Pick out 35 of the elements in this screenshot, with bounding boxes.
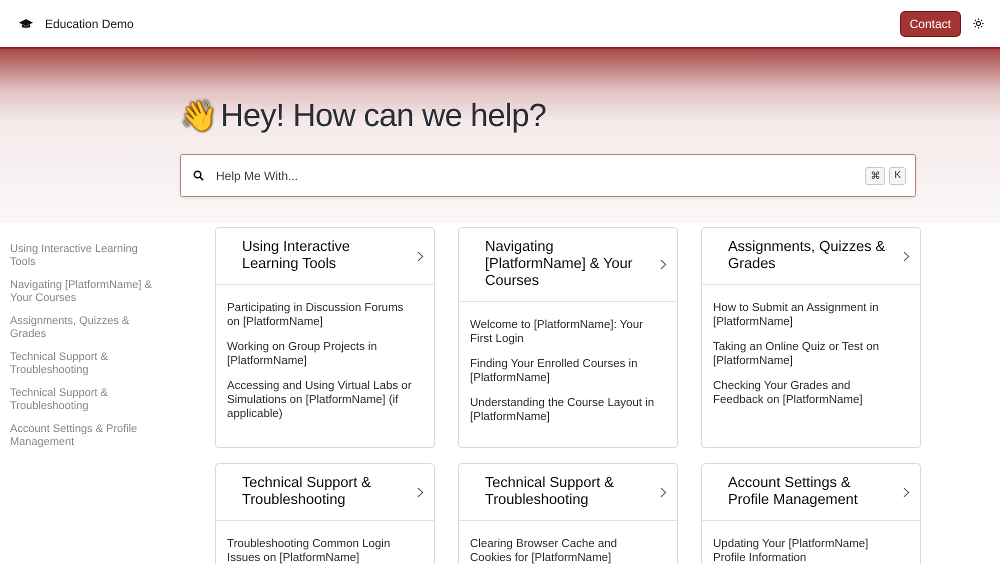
chevron-right-icon[interactable] [660,486,667,498]
article-link[interactable]: Clearing Browser Cache and Cookies for [PlatformName] [470,537,655,564]
article-link[interactable]: Taking an Online Quiz or Test on [PlatformName] [713,340,898,368]
contact-button[interactable]: Contact [900,10,961,36]
card-title[interactable]: Account Settings & Profile Management [728,475,890,509]
chevron-right-icon[interactable] [417,486,424,498]
search-icon [193,170,204,181]
chevron-right-icon[interactable] [417,250,424,262]
brand-name[interactable]: Education Demo [45,16,134,30]
card-title[interactable]: Navigating [PlatformName] & Your Courses [485,239,647,290]
article-link[interactable]: Finding Your Enrolled Courses in [PlatformName] [470,357,655,385]
chevron-right-icon[interactable] [903,250,910,262]
graduation-cap-icon [19,18,33,30]
article-link[interactable]: Welcome to [PlatformName]: Your First Login [470,318,655,346]
keyboard-key: ⌘ [865,166,886,184]
waving-hand-emoji: 👋 [180,98,216,134]
sun-icon[interactable] [973,18,984,29]
card-title[interactable]: Technical Support & Troubleshooting [242,475,404,509]
article-link[interactable]: Understanding the Course Layout in [PlatformName] [470,396,655,424]
article-link[interactable]: Checking Your Grades and Feedback on [PlatformName] [713,379,898,407]
card-title[interactable]: Technical Support & Troubleshooting [485,475,647,509]
page-heading: Hey! How can we help? [220,97,546,134]
keyboard-key: K [889,166,906,184]
article-link[interactable]: Updating Your [PlatformName] Profile Information [713,537,898,564]
article-link[interactable]: Working on Group Projects in [PlatformName] [227,340,412,368]
search-bar[interactable]: Help Me With... ⌘ K [180,154,916,197]
article-link[interactable]: How to Submit an Assignment in [PlatformName] [713,301,898,329]
article-link[interactable]: Participating in Discussion Forums on [PlatformName] [227,301,412,329]
chevron-right-icon[interactable] [660,259,667,270]
card-title[interactable]: Using Interactive Learning Tools [242,239,404,273]
search-field[interactable]: Help Me With... [214,168,866,184]
chevron-right-icon[interactable] [903,486,910,498]
article-link[interactable]: Accessing and Using Virtual Labs or Simulations on [PlatformName] (if applicable) [227,379,412,421]
card-title[interactable]: Assignments, Quizzes & Grades [728,239,890,273]
article-link[interactable]: Troubleshooting Common Login Issues on [PlatformName] [227,537,412,564]
